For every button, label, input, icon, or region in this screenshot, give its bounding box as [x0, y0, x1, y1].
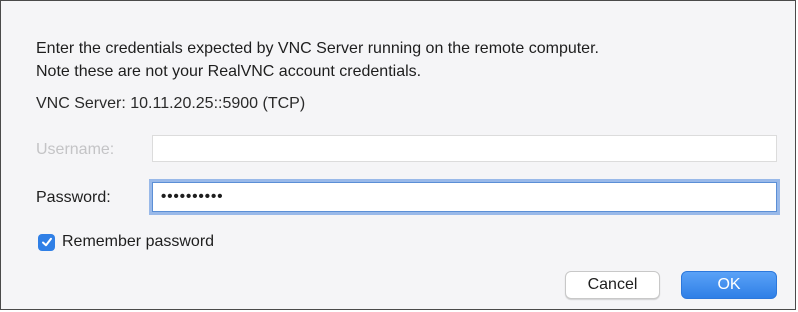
intro-line-1: Enter the credentials expected by VNC Se… — [36, 40, 599, 57]
password-field[interactable]: •••••••••• — [152, 182, 777, 212]
dialog-message: Enter the credentials expected by VNC Se… — [36, 37, 599, 83]
username-field[interactable] — [152, 135, 777, 162]
remember-password-label: Remember password — [62, 233, 215, 250]
remember-password-option[interactable]: Remember password — [38, 233, 214, 251]
credentials-dialog: Enter the credentials expected by VNC Se… — [0, 0, 796, 310]
username-label: Username: — [36, 141, 115, 158]
intro-line-2: Note these are not your RealVNC account … — [36, 63, 422, 80]
checkmark-icon — [41, 237, 52, 247]
ok-button[interactable]: OK — [681, 271, 777, 299]
remember-password-checkbox[interactable] — [38, 233, 55, 251]
cancel-button[interactable]: Cancel — [565, 271, 660, 299]
password-label: Password: — [36, 189, 111, 206]
server-info: VNC Server: 10.11.20.25::5900 (TCP) — [36, 95, 306, 112]
